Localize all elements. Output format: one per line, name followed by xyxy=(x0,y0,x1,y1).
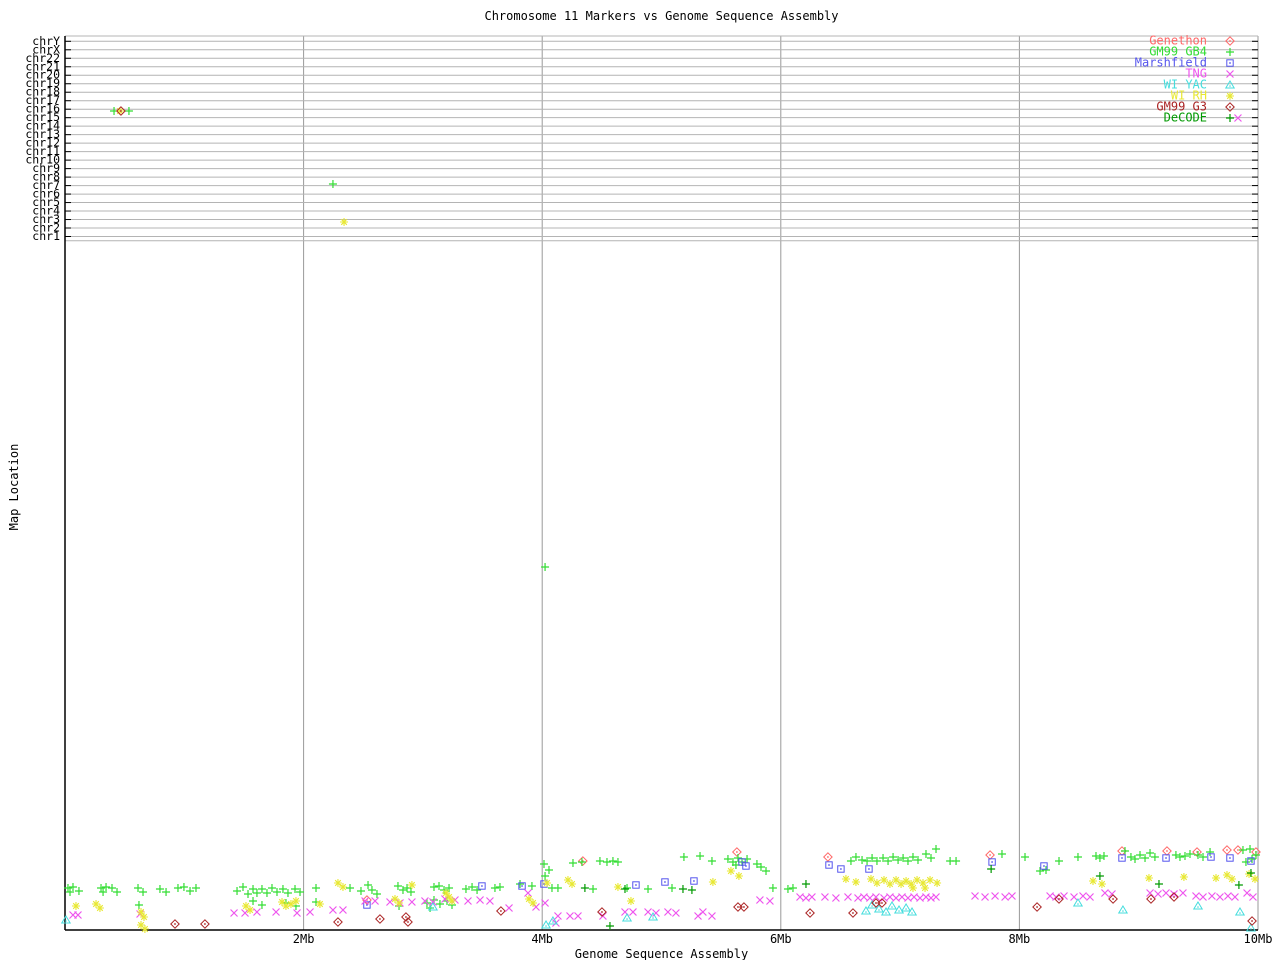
legend-symbol-star-icon xyxy=(1225,91,1235,101)
x-tick-label: 2Mb xyxy=(293,932,315,946)
legend-symbol-cross-icon xyxy=(1225,69,1235,79)
plot-area: chrYchrXchr22chr21chr20chr19chr18chr17ch… xyxy=(25,34,1273,947)
legend-symbol-triangle-icon xyxy=(1225,80,1235,89)
legend-label-decode: DeCODE xyxy=(1164,111,1207,125)
chart-canvas: Chromosome 11 Markers vs Genome Sequence… xyxy=(0,0,1280,960)
chromosome-row-labels: chrYchrXchr22chr21chr20chr19chr18chr17ch… xyxy=(25,34,60,243)
x-tick-labels: 2Mb 4Mb 6Mb 8Mb 10Mb xyxy=(293,932,1273,946)
x-tick-label: 8Mb xyxy=(1009,932,1031,946)
legend: GenethonGM99 GB4MarshfieldTNGWI YACWI RH… xyxy=(1135,34,1235,125)
gridlines xyxy=(65,35,1259,930)
x-tick-label: 6Mb xyxy=(770,932,792,946)
legend-symbol-plus-icon xyxy=(1225,47,1235,57)
data-points xyxy=(61,106,1261,934)
x-tick-label: 10Mb xyxy=(1244,932,1273,946)
legend-symbol-diamond-icon xyxy=(1225,102,1235,112)
x-tick-label: 4Mb xyxy=(531,932,553,946)
axis-frame xyxy=(64,36,1258,931)
legend-symbol-square-icon xyxy=(1226,59,1234,67)
row-label-chr1: chr1 xyxy=(32,229,60,243)
series-wi-rh xyxy=(71,106,1260,934)
series-gm99-g3 xyxy=(116,106,1257,929)
legend-symbol-plus-icon xyxy=(1225,113,1235,123)
